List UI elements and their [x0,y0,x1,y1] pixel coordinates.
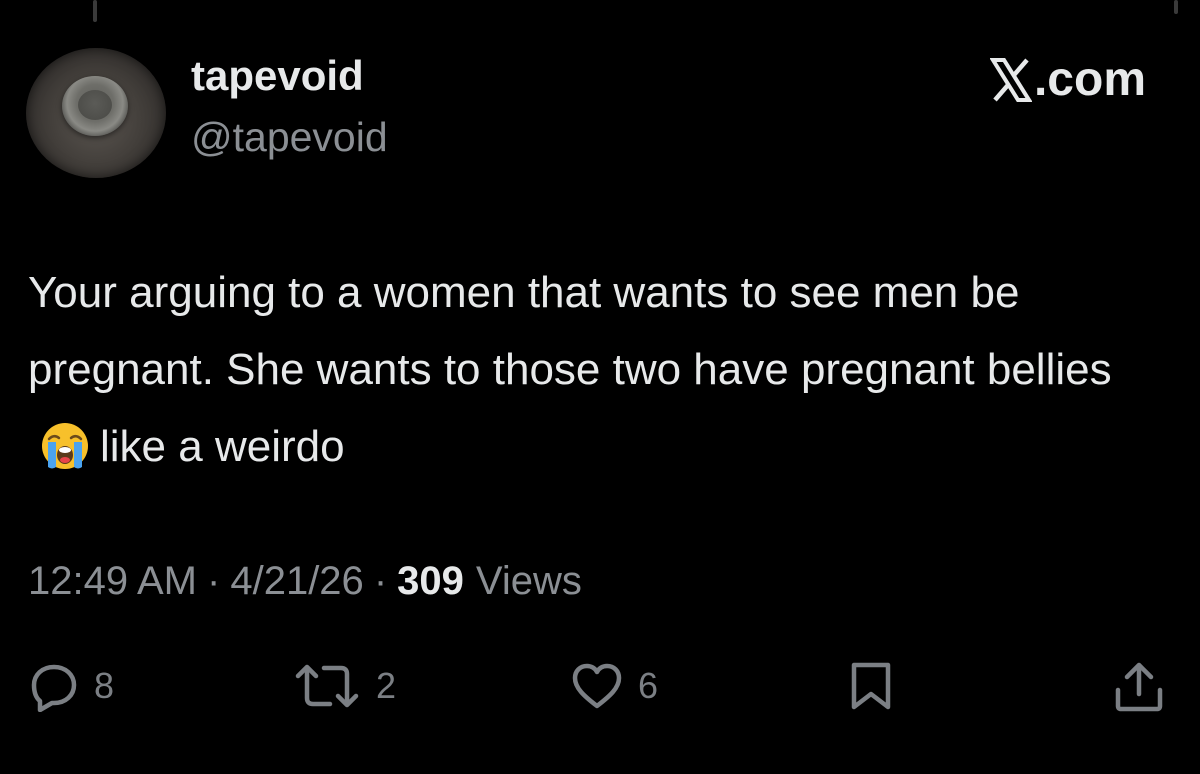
bookmark-icon [846,660,896,712]
avatar-image-center [78,90,112,120]
loudly-crying-face-emoji [40,418,90,469]
author-display-name[interactable]: tapevoid [191,51,364,101]
meta-separator: · [373,559,388,603]
like-count: 6 [638,665,659,706]
views-label: Views [475,559,582,603]
tweet-text-part-1: Your arguing to a women that wants to se… [28,268,1112,394]
repost-icon [292,660,362,712]
tweet-text-part-2: like a weirdo [100,422,345,471]
action-bar: 8 2 6 [0,650,1200,720]
thread-connector-line [93,0,97,22]
tweet-time[interactable]: 12:49 AM [28,559,197,603]
tweet-text: Your arguing to a women that wants to se… [28,254,1168,485]
repost-count: 2 [376,665,397,706]
views-count: 309 [397,559,464,603]
tweet-date[interactable]: 4/21/26 [230,559,363,603]
avatar-image-ring [62,76,128,136]
x-logo-icon [989,58,1033,102]
reply-icon [28,660,80,712]
meta-separator: · [207,559,221,603]
heart-icon [570,660,624,712]
thread-connector-line-right [1174,0,1178,14]
tweet-meta: 12:49 AM · 4/21/26 · 309 Views [28,556,582,606]
share-icon [1112,660,1166,714]
author-handle[interactable]: @tapevoid [191,112,388,162]
share-button[interactable] [1112,660,1166,714]
brand-label: .com [1033,53,1146,106]
like-button[interactable]: 6 [570,660,658,712]
reply-button[interactable]: 8 [28,660,114,712]
avatar[interactable] [26,48,166,178]
repost-button[interactable]: 2 [292,660,396,712]
bookmark-button[interactable] [846,660,896,712]
reply-count: 8 [94,665,115,706]
brand-link[interactable]: .com [989,53,1146,107]
